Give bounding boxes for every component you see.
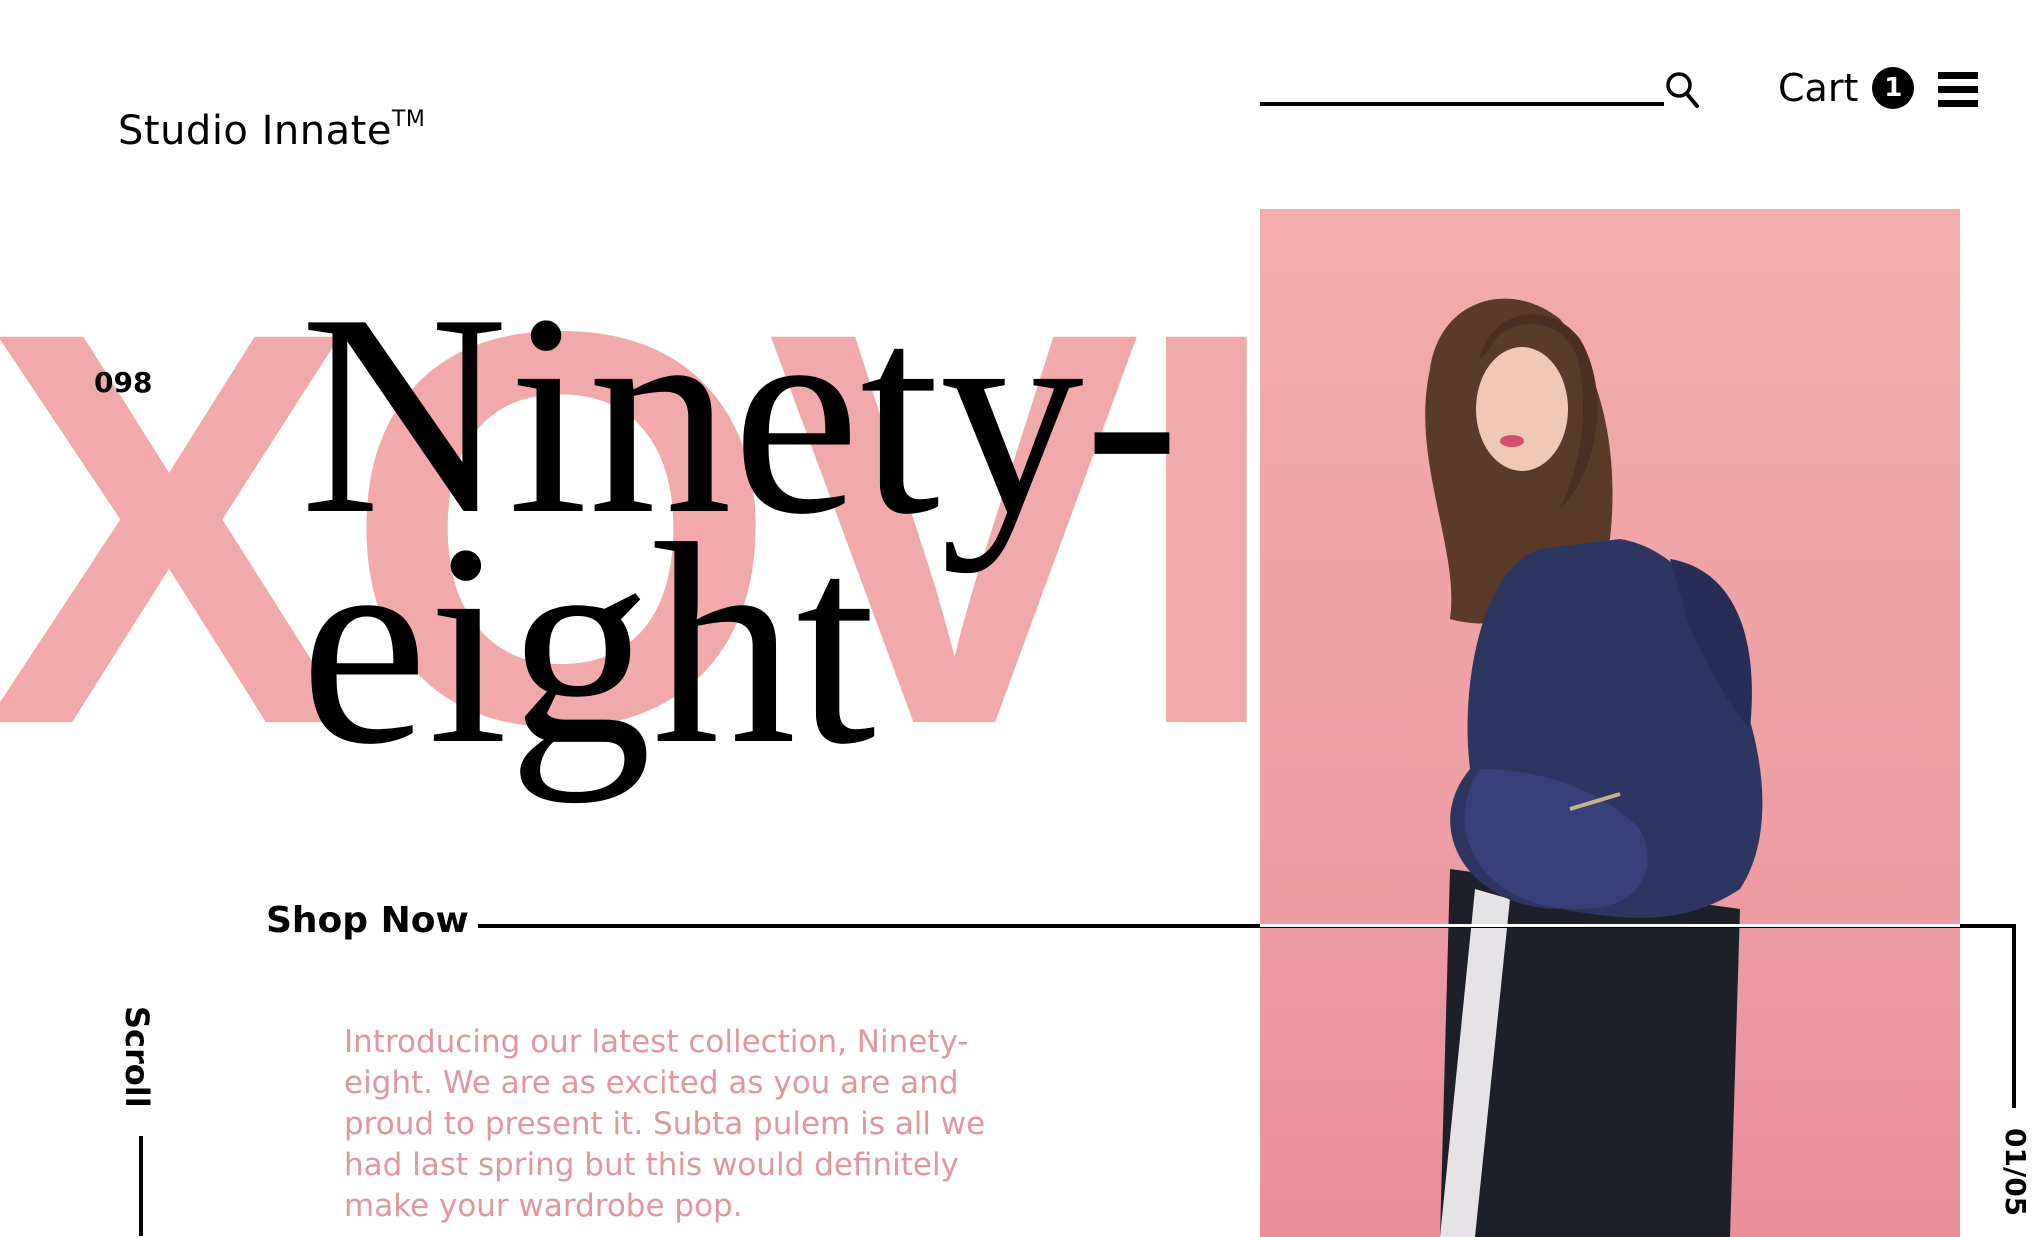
hero-image [1260, 209, 1960, 1237]
trademark-mark: TM [391, 106, 426, 132]
cart-label: Cart [1778, 66, 1859, 110]
search-input-underline[interactable] [1260, 102, 1664, 106]
collection-number: 098 [94, 366, 153, 399]
page-title: Ninety- eight [300, 271, 1180, 789]
brand-logo[interactable]: Studio InnateTM [118, 106, 426, 154]
hamburger-menu-icon[interactable] [1938, 72, 1978, 110]
model-illustration [1425, 298, 1763, 1237]
cart-count-badge: 1 [1872, 67, 1915, 109]
brand-name: Studio Innate [118, 108, 392, 154]
divider-corner [1960, 924, 2016, 928]
slide-counter: 01/05 [1999, 1128, 2032, 1217]
collection-description: Introducing our latest collection, Ninet… [344, 1024, 986, 1224]
shop-now-button[interactable]: Shop Now [266, 900, 469, 941]
cart-button[interactable]: Cart 1 [1778, 66, 1915, 110]
divider-vertical [2012, 924, 2016, 1108]
scroll-line [139, 1136, 143, 1236]
divider-on-image [1260, 924, 1962, 927]
search-icon[interactable] [1664, 70, 1700, 110]
scroll-indicator[interactable]: Scroll [118, 1006, 156, 1108]
